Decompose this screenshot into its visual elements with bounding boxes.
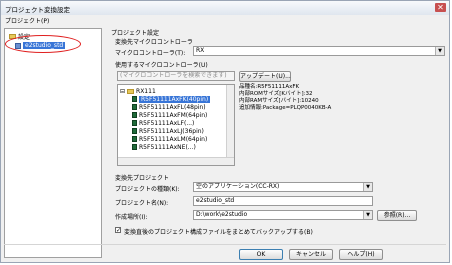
mc-list-item-label: R5F51111AxLJ(36pin) xyxy=(139,127,204,135)
mc-label: マイクロコントローラ(T): xyxy=(115,50,186,57)
mc-select-value: RX xyxy=(196,47,205,54)
chip-icon xyxy=(132,128,137,134)
collapse-icon: ⊟ xyxy=(120,87,126,95)
project-name-label: プロジェクト名(N): xyxy=(115,200,169,207)
check-icon: ✓ xyxy=(116,227,122,234)
mc-list-item[interactable]: R5F51111AxLF(...) xyxy=(132,119,194,127)
mc-list-item-label: R5F51111AxFL(48pin) xyxy=(139,103,206,111)
mc-list-item-label: R5F51111AxLF(...) xyxy=(139,119,195,127)
backup-checkbox[interactable]: ✓ xyxy=(115,227,122,234)
mc-list-item[interactable]: R5F51111AxNE(...) xyxy=(132,143,196,151)
window-title: プロジェクト変換設定 xyxy=(5,6,70,14)
mc-list-item-label: R5F51111AxLM(64pin) xyxy=(139,135,208,143)
mc-list-item-label: R5F51111AxNE(...) xyxy=(139,143,196,151)
title-bar: プロジェクト変換設定 ✕ xyxy=(1,1,449,16)
update-button[interactable]: アップデート(U)... xyxy=(239,71,291,82)
mc-list-item[interactable]: R5F51111AxLJ(36pin) xyxy=(132,127,204,135)
mc-list-item[interactable]: R5F51111AxFK(40pin) xyxy=(132,95,211,103)
close-button[interactable]: ✕ xyxy=(435,3,446,12)
mc-info-line: 内部ROMサイズ[Kバイト]:32 xyxy=(239,91,313,97)
target-mc-group-label: 変換先マイクロコントローラ xyxy=(115,39,193,46)
horizontal-scrollbar[interactable] xyxy=(118,157,234,165)
vertical-scrollbar[interactable] xyxy=(226,85,234,157)
folder-icon xyxy=(127,88,135,94)
mc-list-item-label: R5F51111AxFM(64pin) xyxy=(139,111,208,119)
usable-mc-label: 使用するマイクロコントローラ(U) xyxy=(115,62,208,69)
chip-icon xyxy=(132,120,137,126)
project-type-value: 空のアプリケーション(CC-RX) xyxy=(196,183,280,190)
chip-icon xyxy=(132,144,137,150)
dialog-window: プロジェクト変換設定 ✕ プロジェクト(P) 設定 e2studio_std プ… xyxy=(0,0,450,263)
mc-group-node[interactable]: ⊟ RX111 xyxy=(120,87,156,95)
section-title: プロジェクト設定 xyxy=(111,30,160,37)
mc-list-item[interactable]: R5F51111AxLM(64pin) xyxy=(132,135,207,143)
project-type-label: プロジェクトの種類(K): xyxy=(115,186,180,193)
chip-icon xyxy=(132,112,137,118)
target-project-group-label: 変換先プロジェクト xyxy=(115,175,170,182)
menu-project[interactable]: プロジェクト(P) xyxy=(5,16,49,25)
settings-panel: プロジェクト設定 変換先マイクロコントローラ マイクロコントローラ(T): RX… xyxy=(107,28,447,243)
mc-info-line: 内部RAMサイズ[バイト]:10240 xyxy=(239,98,319,104)
mc-info-line: 追加情報:Package=PLQP0040KB-A xyxy=(239,105,332,111)
chevron-down-icon: ▼ xyxy=(363,211,372,219)
mc-search-input[interactable]: (マイクロコントローラを検索できます) xyxy=(117,71,235,81)
highlight-ellipse xyxy=(5,35,81,53)
location-label: 作成場所(I): xyxy=(115,214,148,221)
project-tree: 設定 e2studio_std xyxy=(4,28,102,258)
menu-bar: プロジェクト(P) xyxy=(1,15,449,26)
cancel-button[interactable]: キャンセル xyxy=(289,249,333,260)
ok-button[interactable]: OK xyxy=(239,249,283,260)
chip-icon xyxy=(132,96,137,102)
help-button[interactable]: ヘルプ(H) xyxy=(339,249,383,260)
mc-list-item-label: R5F51111AxFK(40pin) xyxy=(139,95,211,103)
mc-select[interactable]: RX ▼ xyxy=(193,46,445,56)
mc-info-line: 品種名:R5F51111AxFK xyxy=(239,84,300,90)
search-placeholder: (マイクロコントローラを検索できます) xyxy=(120,72,227,79)
backup-checkbox-label: 変換直後のプロジェクト構成ファイルをまとめてバックアップする(B) xyxy=(124,229,313,236)
mc-list-item[interactable]: R5F51111AxFL(48pin) xyxy=(132,103,206,111)
chip-icon xyxy=(132,104,137,110)
project-type-select[interactable]: 空のアプリケーション(CC-RX) ▼ xyxy=(193,182,373,192)
footer-separator xyxy=(4,244,446,245)
chevron-down-icon: ▼ xyxy=(435,47,444,55)
project-name-value: e2studio_std xyxy=(196,197,235,204)
location-select[interactable]: D:\work\e2studio ▼ xyxy=(193,210,373,220)
chevron-down-icon: ▼ xyxy=(363,183,372,191)
project-name-field[interactable]: e2studio_std xyxy=(193,196,373,206)
browse-button[interactable]: 参照(R)... xyxy=(377,210,417,221)
mc-group-label: RX111 xyxy=(136,87,156,95)
mc-list-item[interactable]: R5F51111AxFM(64pin) xyxy=(132,111,207,119)
mc-listbox[interactable]: ⊟ RX111 R5F51111AxFK(40pin) R5F51111AxFL… xyxy=(117,84,235,166)
chip-icon xyxy=(132,136,137,142)
mc-info-box: 品種名:R5F51111AxFK 内部ROMサイズ[Kバイト]:32 内部RAM… xyxy=(239,84,379,166)
location-value: D:\work\e2studio xyxy=(196,211,248,218)
